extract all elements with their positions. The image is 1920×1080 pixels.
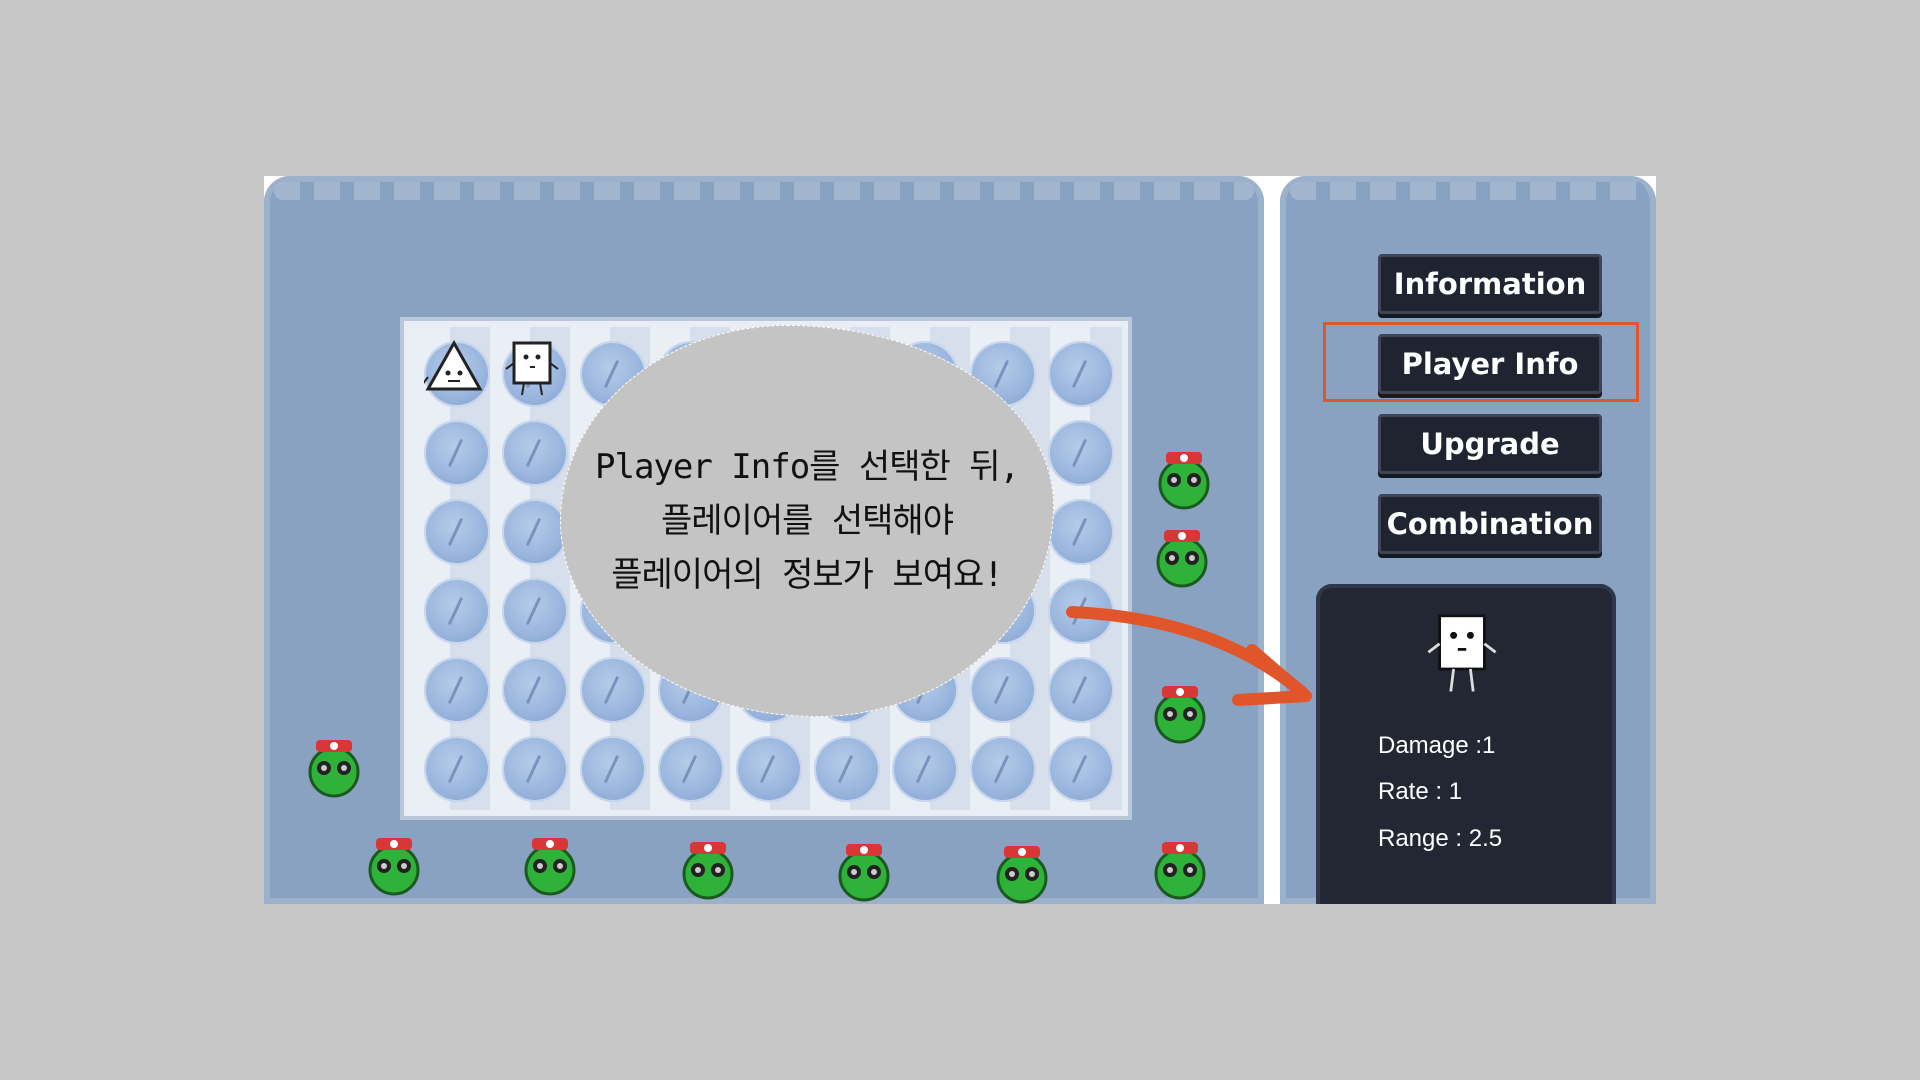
board-tile[interactable]: [424, 499, 490, 565]
tip-text: Player Info를 선택한 뒤, 플레이어를 선택해야 플레이어의 정보가…: [595, 447, 1020, 595]
board-tile[interactable]: [502, 578, 568, 644]
triangle-player-icon[interactable]: [424, 337, 484, 397]
board-tile[interactable]: [502, 499, 568, 565]
damage-stat: Damage :1: [1378, 732, 1496, 759]
board-tile[interactable]: [424, 736, 490, 802]
side-panel: Information Player Info Upgrade Combinat…: [1280, 176, 1656, 904]
green-enemy-icon: [368, 838, 420, 896]
green-enemy-icon: [838, 844, 890, 902]
square-player-icon[interactable]: [502, 337, 562, 397]
player-info-button[interactable]: Player Info: [1378, 334, 1602, 394]
board-tile[interactable]: [1048, 420, 1114, 486]
board-tile[interactable]: [736, 736, 802, 802]
board-tile[interactable]: [502, 657, 568, 723]
board-tile[interactable]: [658, 736, 724, 802]
board-tile[interactable]: [1048, 736, 1114, 802]
board-tile[interactable]: [892, 736, 958, 802]
tip-bubble: Player Info를 선택한 뒤, 플레이어를 선택해야 플레이어의 정보가…: [560, 325, 1054, 717]
green-enemy-icon: [682, 842, 734, 900]
range-stat: Range : 2.5: [1378, 825, 1503, 852]
green-enemy-icon: [524, 838, 576, 896]
board-tile[interactable]: [814, 736, 880, 802]
green-enemy-icon: [1158, 452, 1210, 510]
board-tile[interactable]: [502, 420, 568, 486]
information-button[interactable]: Information: [1378, 254, 1602, 314]
combination-button[interactable]: Combination: [1378, 494, 1602, 554]
board-tile[interactable]: [424, 578, 490, 644]
board-tile[interactable]: [970, 657, 1036, 723]
board-tile[interactable]: [502, 736, 568, 802]
player-info-card: Damage :1 Rate : 1 Range : 2.5: [1316, 584, 1616, 904]
rate-stat: Rate : 1: [1378, 778, 1463, 805]
green-enemy-icon: [308, 740, 360, 798]
green-enemy-icon: [1154, 842, 1206, 900]
board-tile[interactable]: [424, 657, 490, 723]
board-tile[interactable]: [970, 736, 1036, 802]
green-enemy-icon: [996, 846, 1048, 904]
board-tile[interactable]: [1048, 341, 1114, 407]
green-enemy-icon: [1156, 530, 1208, 588]
square-player-icon: [1427, 614, 1497, 692]
upgrade-button[interactable]: Upgrade: [1378, 414, 1602, 474]
arrow-icon: [1066, 606, 1312, 706]
board-tile[interactable]: [1048, 499, 1114, 565]
board-tile[interactable]: [424, 420, 490, 486]
board-tile[interactable]: [580, 736, 646, 802]
board-tile[interactable]: [580, 657, 646, 723]
